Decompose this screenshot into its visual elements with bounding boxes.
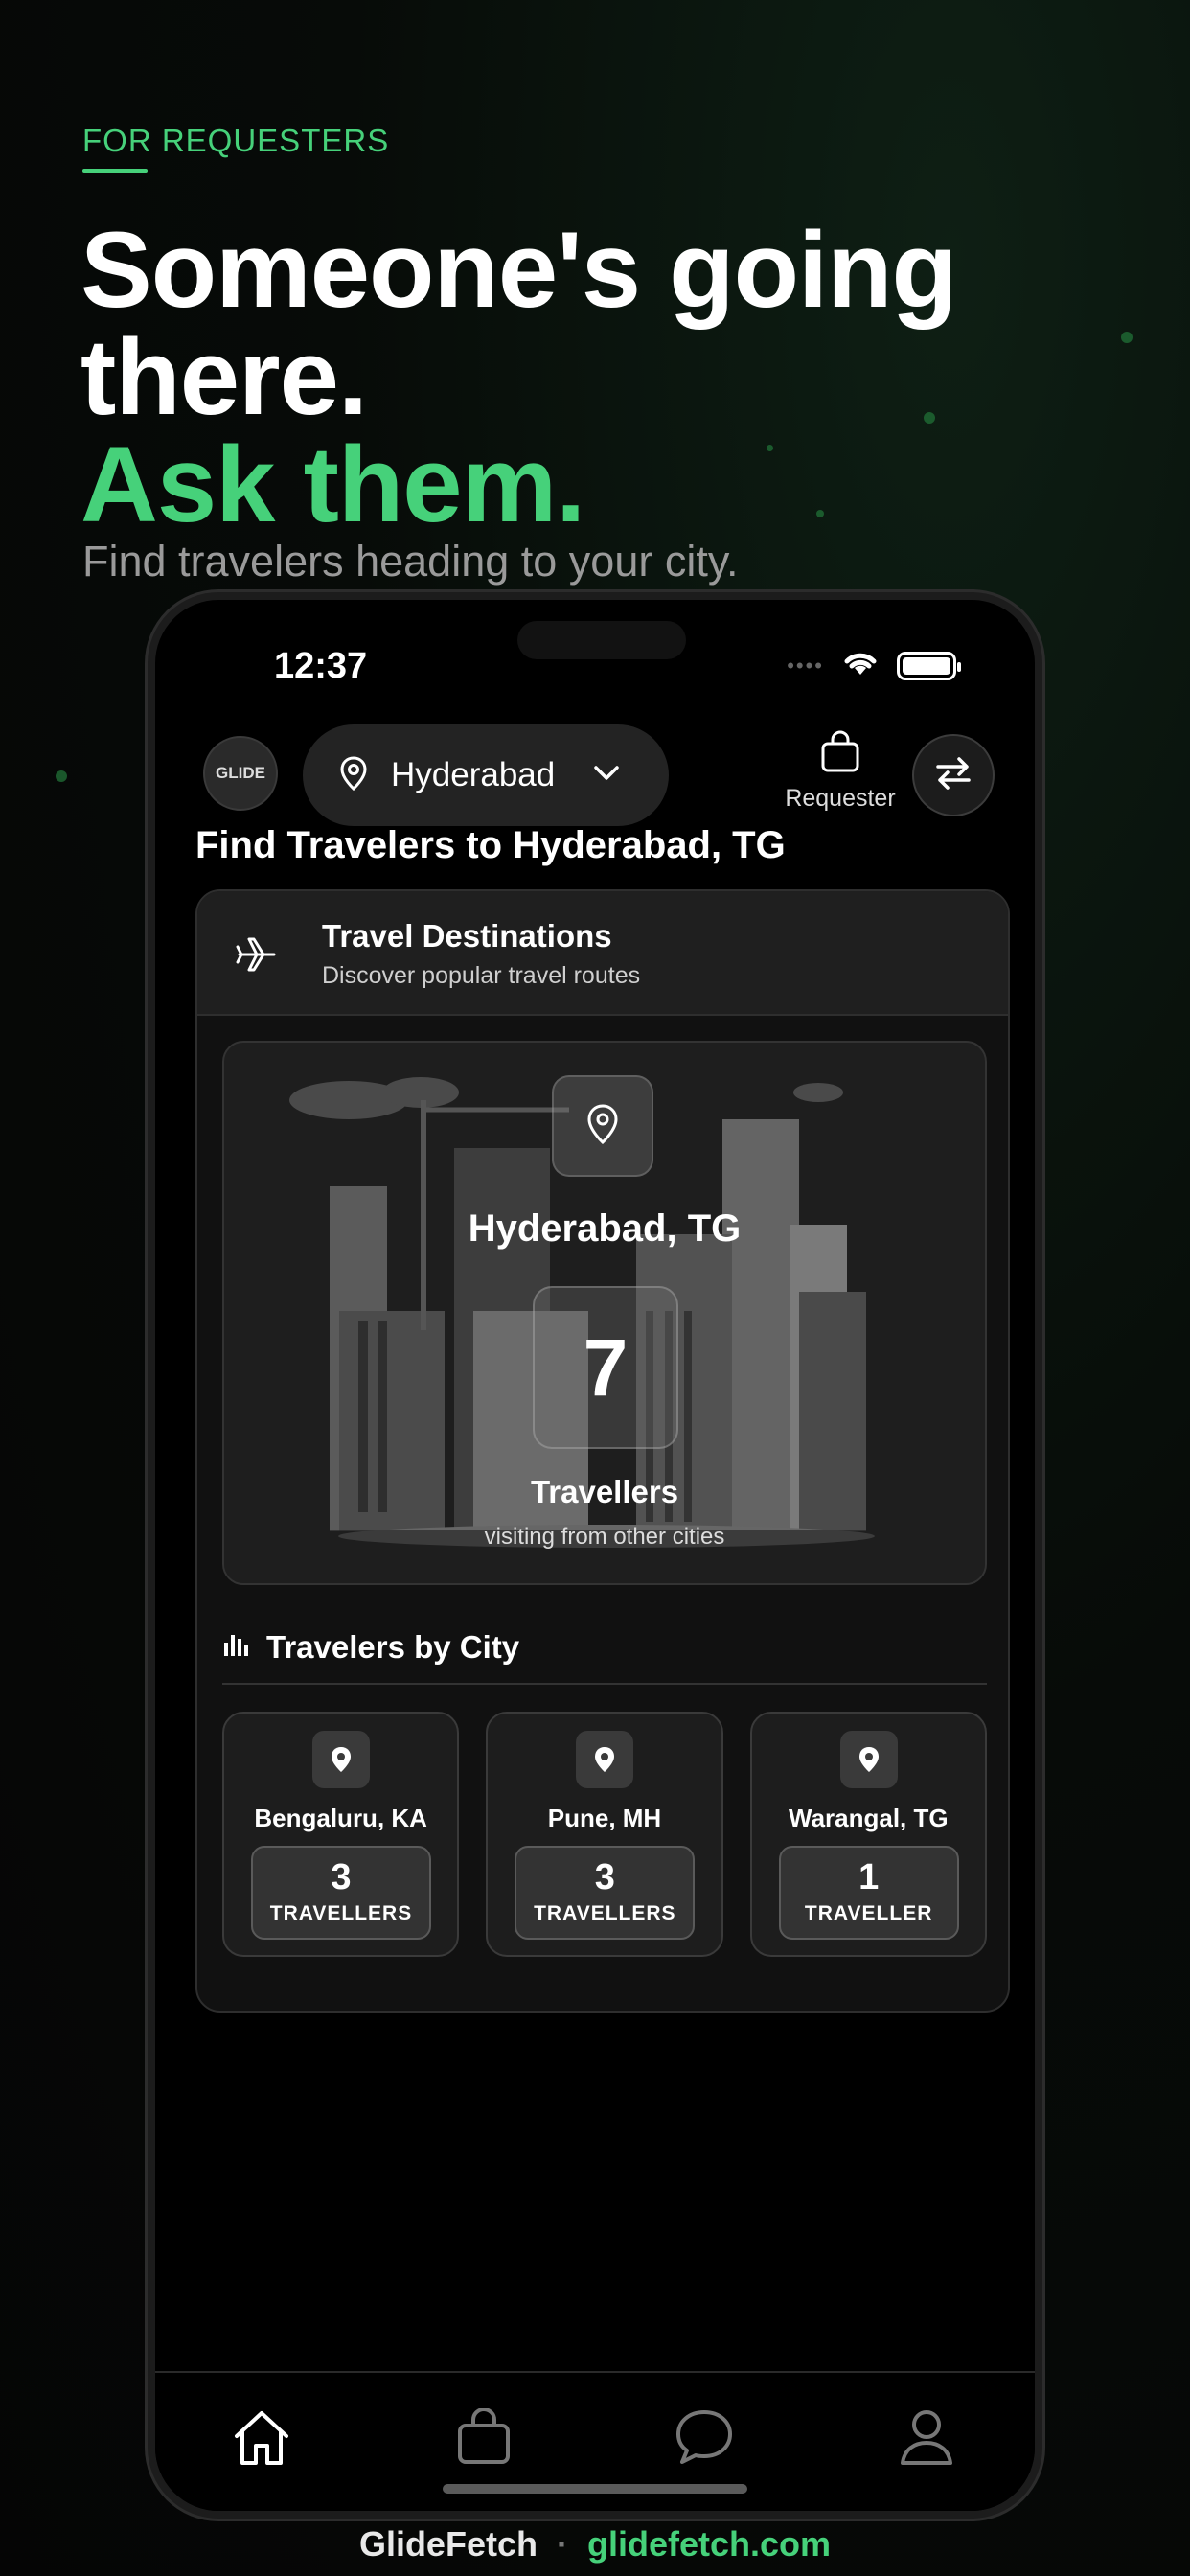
- footer-separator: ·: [556, 2524, 568, 2564]
- plane-icon: [236, 935, 278, 978]
- eyebrow-underline: [82, 169, 148, 172]
- city-name: Pune, MH: [547, 1804, 662, 1832]
- hero-pin-tile: [552, 1075, 653, 1177]
- footer: GlideFetch · glidefetch.com: [0, 2524, 1190, 2564]
- role-label: Requester: [785, 785, 896, 812]
- hero-city-name: Hyderabad, TG: [468, 1208, 742, 1250]
- travelers-by-city-title: Travelers by City: [266, 1629, 520, 1665]
- status-time: 12:37: [274, 646, 368, 686]
- traveller-unit: TRAVELLER: [804, 1902, 933, 1924]
- traveller-count-badge: 3 TRAVELLERS: [515, 1846, 696, 1940]
- city-card-pune[interactable]: Pune, MH 3 TRAVELLERS: [486, 1712, 723, 1957]
- city-name: Warangal, TG: [789, 1804, 949, 1832]
- bag-icon: [818, 730, 862, 778]
- app-logo[interactable]: GLIDE: [203, 736, 278, 811]
- footer-url[interactable]: glidefetch.com: [587, 2524, 831, 2564]
- pin-icon: [339, 755, 368, 795]
- role-toggle[interactable]: Requester: [768, 730, 912, 813]
- destinations-card: Travel Destinations Discover popular tra…: [195, 889, 1010, 2012]
- traveller-count: 3: [331, 1857, 352, 1898]
- marketing-subhead: Find travelers heading to your city.: [82, 537, 739, 586]
- destinations-card-header[interactable]: Travel Destinations Discover popular tra…: [197, 891, 1008, 1016]
- tab-requests[interactable]: [450, 2405, 517, 2472]
- location-selector[interactable]: Hyderabad: [303, 724, 669, 826]
- swap-icon: [932, 752, 974, 799]
- traveller-count-badge: 1 TRAVELLER: [778, 1846, 959, 1940]
- background-dot: [56, 770, 67, 782]
- chat-icon: [675, 2408, 734, 2471]
- bar-chart-icon: [222, 1629, 251, 1666]
- hero-travellers-sublabel: visiting from other cities: [484, 1524, 725, 1550]
- signal-icon: ••••: [787, 653, 824, 678]
- city-card-warangal[interactable]: Warangal, TG 1 TRAVELLER: [749, 1712, 987, 1957]
- location-selector-label: Hyderabad: [391, 756, 556, 794]
- headline-line-1: Someone's going: [80, 210, 957, 330]
- wifi-icon: [841, 648, 880, 683]
- bag-icon: [456, 2406, 512, 2471]
- city-hero-card[interactable]: Hyderabad, TG 7 Travellers visiting from…: [222, 1041, 987, 1585]
- hero-traveller-count: 7: [533, 1286, 678, 1449]
- top-bar: GLIDE Hyderabad Requester: [155, 715, 1035, 826]
- footer-brand: GlideFetch: [358, 2524, 538, 2564]
- dynamic-island: [517, 621, 686, 659]
- tab-home[interactable]: [228, 2405, 295, 2472]
- hero-travellers-label: Travellers: [530, 1474, 679, 1509]
- map-pin-icon: [312, 1731, 370, 1788]
- bottom-tab-bar: [155, 2371, 1035, 2511]
- battery-icon: [897, 651, 961, 680]
- tab-profile[interactable]: [893, 2405, 960, 2472]
- map-pin-icon: [585, 1103, 620, 1150]
- page-title: Find Travelers to Hyderabad, TG: [195, 824, 786, 866]
- profile-icon: [899, 2407, 954, 2472]
- home-indicator[interactable]: [443, 2484, 747, 2494]
- traveller-count-badge: 3 TRAVELLERS: [251, 1846, 431, 1940]
- phone-frame: 12:37 •••• GLIDE Hyderabad Requester Fin…: [148, 592, 1042, 2518]
- tab-messages[interactable]: [671, 2405, 738, 2472]
- destinations-title: Travel Destinations: [322, 918, 612, 954]
- eyebrow-label: FOR REQUESTERS: [82, 123, 390, 158]
- background-dot: [1121, 332, 1133, 343]
- map-pin-icon: [576, 1731, 634, 1788]
- status-icons: ••••: [787, 648, 961, 683]
- headline-line-2: there.: [80, 317, 368, 437]
- traveller-unit: TRAVELLERS: [534, 1902, 676, 1924]
- city-cards-row: Bengaluru, KA 3 TRAVELLERS Pune, MH 3 TR…: [222, 1712, 987, 1957]
- home-icon: [231, 2407, 292, 2472]
- city-name: Bengaluru, KA: [254, 1804, 427, 1832]
- map-pin-icon: [839, 1731, 898, 1788]
- marketing-headline: Someone's going there. Ask them.: [80, 210, 957, 544]
- swap-role-button[interactable]: [912, 734, 995, 816]
- traveller-count: 1: [858, 1857, 880, 1898]
- traveller-count: 3: [594, 1857, 615, 1898]
- city-card-bengaluru[interactable]: Bengaluru, KA 3 TRAVELLERS: [222, 1712, 460, 1957]
- destinations-subtitle: Discover popular travel routes: [322, 962, 641, 989]
- section-divider: [222, 1683, 987, 1685]
- headline-accent: Ask them.: [80, 425, 585, 544]
- travelers-by-city-heading: Travelers by City: [222, 1629, 519, 1666]
- traveller-unit: TRAVELLERS: [269, 1902, 413, 1924]
- chevron-down-icon: [593, 765, 620, 787]
